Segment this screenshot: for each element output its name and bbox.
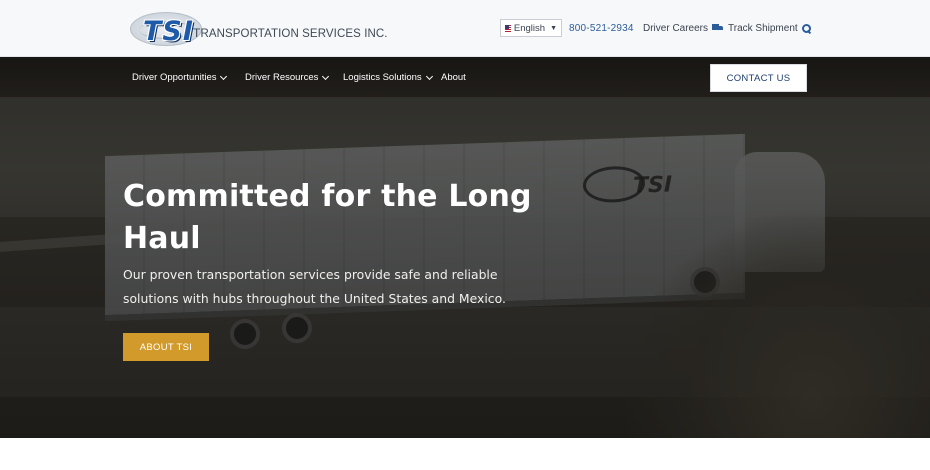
contact-us-button[interactable]: CONTACT US <box>710 64 807 92</box>
nav-driver-resources[interactable]: Driver Resources <box>245 72 330 83</box>
nav-about[interactable]: About <box>441 72 466 83</box>
main-nav: Driver Opportunities Driver Resources Lo… <box>0 57 930 100</box>
nav-item-label: Driver Opportunities <box>132 72 217 83</box>
logo-mark: TSI <box>143 16 194 47</box>
chevron-down-icon <box>322 72 330 80</box>
hero-subtext: Our proven transportation services provi… <box>123 267 506 306</box>
phone-link[interactable]: 800-521-2934 <box>569 19 634 37</box>
track-shipment-link[interactable]: Track Shipment <box>728 19 811 37</box>
language-selected: English <box>513 22 546 34</box>
nav-logistics-solutions[interactable]: Logistics Solutions <box>343 72 433 83</box>
hero-headline: Committed for the Long Haul <box>123 179 532 256</box>
nav-item-label: About <box>441 72 466 83</box>
nav-driver-opportunities[interactable]: Driver Opportunities <box>132 72 228 83</box>
about-tsi-button[interactable]: ABOUT TSI <box>123 333 209 361</box>
logo-company-name: TRANSPORTATION SERVICES INC. <box>193 26 388 40</box>
track-shipment-label: Track Shipment <box>728 22 798 34</box>
nav-item-label: Driver Resources <box>245 72 319 83</box>
nav-item-label: Logistics Solutions <box>343 72 422 83</box>
search-icon <box>801 23 811 33</box>
chevron-down-icon <box>220 72 228 80</box>
chevron-down-icon <box>425 72 433 80</box>
driver-careers-label: Driver Careers <box>643 22 709 34</box>
truck-icon <box>712 24 724 32</box>
logo-globe-emblem: TSI <box>130 12 202 47</box>
us-flag-icon <box>505 24 511 32</box>
site-logo[interactable]: TSI TRANSPORTATION SERVICES INC. <box>130 10 388 50</box>
language-selector[interactable]: English ▼ <box>500 19 562 37</box>
chevron-down-icon: ▼ <box>550 24 557 32</box>
hero-section: TSI Driver Opportunities Driver Resource… <box>0 57 930 438</box>
top-header: TSI TRANSPORTATION SERVICES INC. English… <box>0 0 930 57</box>
driver-careers-link[interactable]: Driver Careers <box>643 19 724 37</box>
